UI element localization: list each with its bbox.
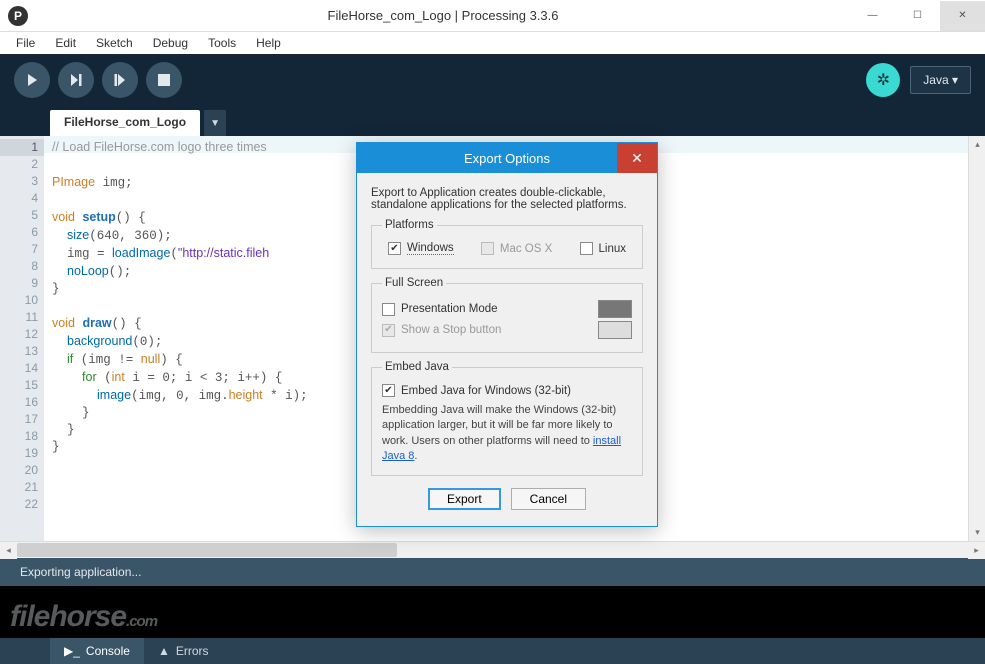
embed-java-group: Embed Java ✔ Embed Java for Windows (32-… <box>371 361 643 476</box>
status-text: Exporting application... <box>20 565 141 579</box>
fullscreen-group: Full Screen Presentation Mode ✔ Show a S… <box>371 277 643 353</box>
menu-debug[interactable]: Debug <box>143 34 198 52</box>
platform-linux-label: Linux <box>599 243 627 255</box>
tab-dropdown-button[interactable]: ▼ <box>204 110 226 136</box>
dialog-titlebar[interactable]: Export Options ✕ <box>357 143 657 173</box>
status-bar: Exporting application... <box>0 558 985 586</box>
checkbox-unchecked-icon[interactable] <box>580 242 593 255</box>
stop-color-swatch <box>598 321 632 339</box>
errors-tab-label: Errors <box>176 644 209 658</box>
line-gutter: 12345678910111213141516171819202122 <box>0 136 44 541</box>
errors-tab[interactable]: ▲ Errors <box>144 638 223 664</box>
platform-linux[interactable]: Linux <box>580 242 627 255</box>
dialog-title: Export Options <box>464 151 550 166</box>
scroll-thumb[interactable] <box>17 543 397 557</box>
toolbar: ✲ Java ▾ <box>0 54 985 106</box>
presentation-mode-label: Presentation Mode <box>401 303 592 315</box>
export-button[interactable]: Export <box>428 488 501 510</box>
bottom-tabbar: ▶_ Console ▲ Errors <box>0 638 985 664</box>
checkbox-unchecked-icon[interactable] <box>382 303 395 316</box>
minimize-button[interactable]: — <box>850 1 895 31</box>
dialog-close-button[interactable]: ✕ <box>617 143 657 173</box>
presentation-mode-row[interactable]: Presentation Mode <box>382 300 632 318</box>
warning-icon: ▲ <box>158 644 170 658</box>
step-into-button[interactable] <box>102 62 138 98</box>
scroll-down-icon[interactable]: ▾ <box>969 524 985 541</box>
console-icon: ▶_ <box>64 644 80 658</box>
menubar: File Edit Sketch Debug Tools Help <box>0 32 985 54</box>
sketch-tabbar: FileHorse_com_Logo ▼ <box>0 106 985 136</box>
scroll-up-icon[interactable]: ▴ <box>969 136 985 153</box>
stop-button-label: Show a Stop button <box>401 324 592 336</box>
platform-mac-label: Mac OS X <box>500 243 552 255</box>
scroll-left-icon[interactable]: ◂ <box>0 542 17 559</box>
menu-tools[interactable]: Tools <box>198 34 246 52</box>
embed-desc-text: Embedding Java will make the Windows (32… <box>382 404 616 447</box>
embed-java-row[interactable]: ✔ Embed Java for Windows (32-bit) <box>382 384 632 397</box>
vertical-scrollbar[interactable]: ▴ ▾ <box>968 136 985 541</box>
dialog-intro-2: standalone applications for the selected… <box>371 199 643 211</box>
maximize-button[interactable]: ☐ <box>895 1 940 31</box>
platform-mac: Mac OS X <box>481 242 552 255</box>
platforms-legend: Platforms <box>382 219 437 231</box>
checkbox-checked-icon[interactable]: ✔ <box>388 242 401 255</box>
console-output[interactable] <box>0 586 985 638</box>
stop-button[interactable] <box>146 62 182 98</box>
window-title: FileHorse_com_Logo | Processing 3.3.6 <box>36 8 850 23</box>
platform-windows-label: Windows <box>407 242 454 255</box>
dialog-intro-1: Export to Application creates double-cli… <box>371 187 643 199</box>
platform-windows[interactable]: ✔ Windows <box>388 242 454 255</box>
console-tab[interactable]: ▶_ Console <box>50 638 144 664</box>
checkbox-disabled-icon <box>481 242 494 255</box>
menu-sketch[interactable]: Sketch <box>86 34 143 52</box>
presentation-color-swatch[interactable] <box>598 300 632 318</box>
step-button[interactable] <box>58 62 94 98</box>
fullscreen-legend: Full Screen <box>382 277 446 289</box>
checkbox-disabled-checked-icon: ✔ <box>382 324 395 337</box>
horizontal-scrollbar[interactable]: ◂ ▸ <box>0 541 985 558</box>
platforms-group: Platforms ✔ Windows Mac OS X Linux <box>371 219 643 269</box>
debug-icon[interactable]: ✲ <box>866 63 900 97</box>
close-button[interactable]: ✕ <box>940 1 985 31</box>
menu-file[interactable]: File <box>6 34 45 52</box>
window-titlebar: P FileHorse_com_Logo | Processing 3.3.6 … <box>0 0 985 32</box>
embed-java-label: Embed Java for Windows (32-bit) <box>401 385 571 397</box>
cancel-button[interactable]: Cancel <box>511 488 586 510</box>
stop-button-row: ✔ Show a Stop button <box>382 321 632 339</box>
scroll-right-icon[interactable]: ▸ <box>968 542 985 559</box>
checkbox-checked-icon[interactable]: ✔ <box>382 384 395 397</box>
mode-selector[interactable]: Java ▾ <box>910 66 971 94</box>
embed-java-description: Embedding Java will make the Windows (32… <box>382 403 632 465</box>
run-button[interactable] <box>14 62 50 98</box>
embed-java-legend: Embed Java <box>382 361 452 373</box>
export-options-dialog: Export Options ✕ Export to Application c… <box>356 142 658 527</box>
sketch-tab-active[interactable]: FileHorse_com_Logo <box>50 110 200 136</box>
console-tab-label: Console <box>86 644 130 658</box>
menu-edit[interactable]: Edit <box>45 34 86 52</box>
app-icon: P <box>8 6 28 26</box>
embed-desc-period: . <box>414 450 417 462</box>
menu-help[interactable]: Help <box>246 34 291 52</box>
